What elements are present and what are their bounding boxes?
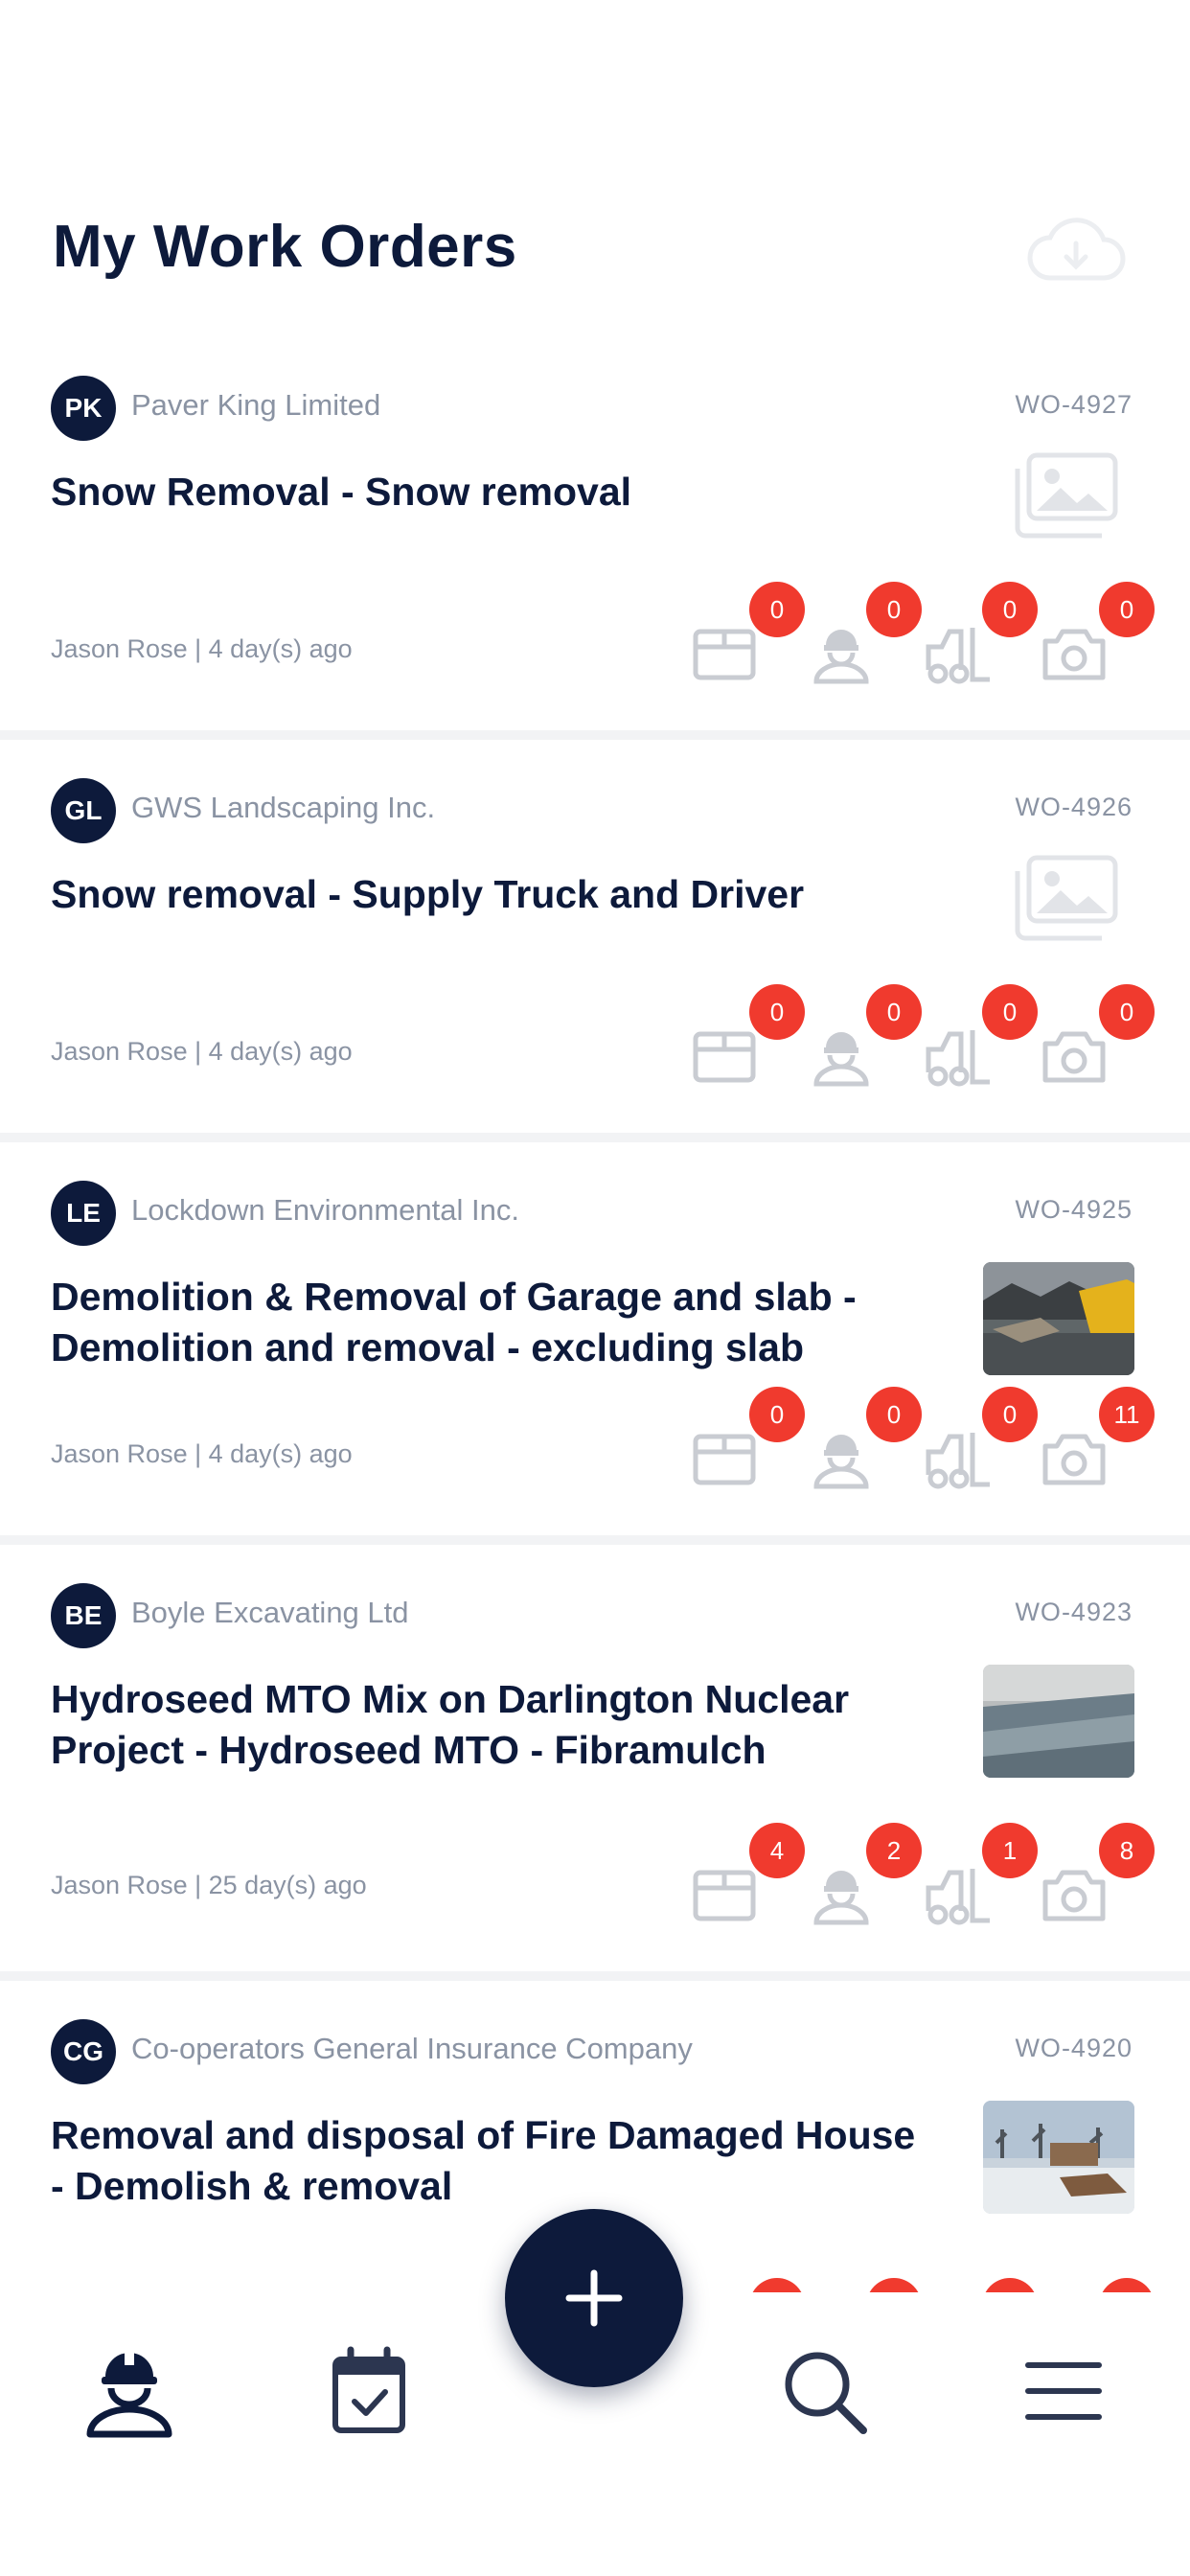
plus-icon bbox=[565, 2269, 623, 2327]
worker-icon bbox=[813, 1871, 869, 1925]
labour-count-badge: 0 bbox=[866, 582, 922, 637]
avatar: LE bbox=[51, 1181, 116, 1246]
equipment-count-badge: 0 bbox=[982, 582, 1038, 637]
work-order-meta: Jason Rose | 4 day(s) ago bbox=[51, 1439, 353, 1468]
work-order-number: WO-4926 bbox=[1015, 793, 1133, 821]
equipment-count-badge: 0 bbox=[982, 1387, 1038, 1442]
add-work-order-button[interactable] bbox=[505, 2209, 683, 2387]
page-title: My Work Orders bbox=[53, 214, 517, 280]
work-order-photo[interactable] bbox=[983, 1262, 1134, 1375]
header: My Work Orders bbox=[0, 0, 1190, 335]
work-order-number: WO-4925 bbox=[1015, 1195, 1133, 1224]
hamburger-menu-icon[interactable] bbox=[1011, 2338, 1116, 2444]
search-icon[interactable] bbox=[771, 2338, 877, 2444]
photos-count-badge: 0 bbox=[1099, 984, 1155, 1040]
calendar-check-icon[interactable] bbox=[316, 2338, 422, 2444]
forklift-icon bbox=[926, 628, 990, 684]
box-icon bbox=[693, 1031, 756, 1083]
work-order-meta: Jason Rose | 4 day(s) ago bbox=[51, 1037, 353, 1066]
labour-count-badge: 2 bbox=[866, 1823, 922, 1878]
work-order-counters: 0 0 0 11 bbox=[690, 1387, 1155, 1492]
work-order-number: WO-4927 bbox=[1015, 390, 1133, 419]
photos-count-badge: 11 bbox=[1099, 1387, 1155, 1442]
camera-icon bbox=[1042, 1031, 1106, 1083]
work-order-meta: Jason Rose | 4 day(s) ago bbox=[51, 634, 353, 663]
photos-count-badge: 10 bbox=[1099, 2278, 1155, 2292]
company-name: Paver King Limited bbox=[131, 388, 381, 422]
forklift-icon bbox=[926, 1030, 990, 1087]
forklift-icon bbox=[926, 1433, 990, 1489]
materials-count-badge: 0 bbox=[749, 1387, 805, 1442]
worker-icon[interactable] bbox=[77, 2338, 182, 2444]
equipment-count-badge: 1 bbox=[982, 1823, 1038, 1878]
worker-icon bbox=[813, 630, 869, 684]
work-order-card[interactable]: GL GWS Landscaping Inc. WO-4926 Snow rem… bbox=[0, 740, 1190, 1133]
work-order-counters: 0 0 0 0 bbox=[690, 984, 1155, 1090]
image-gallery-icon bbox=[1015, 855, 1118, 941]
work-order-title: Snow removal - Supply Truck and Driver bbox=[51, 872, 805, 916]
company-name: Lockdown Environmental Inc. bbox=[131, 1193, 519, 1227]
forklift-icon bbox=[926, 1869, 990, 1925]
company-name: Boyle Excavating Ltd bbox=[131, 1596, 409, 1629]
avatar: BE bbox=[51, 1583, 116, 1648]
avatar: PK bbox=[51, 376, 116, 441]
box-icon bbox=[693, 1434, 756, 1485]
work-order-counters: 0 0 0 0 bbox=[690, 582, 1155, 687]
box-icon bbox=[693, 629, 756, 680]
work-order-card[interactable]: BE Boyle Excavating Ltd WO-4923 Hydrosee… bbox=[0, 1545, 1190, 1971]
box-icon bbox=[693, 1870, 756, 1921]
camera-icon bbox=[1042, 1434, 1106, 1485]
equipment-count-badge: 0 bbox=[982, 984, 1038, 1040]
image-gallery-icon bbox=[1015, 452, 1118, 539]
work-order-counters: 0 3 2 10 bbox=[690, 2278, 1155, 2292]
avatar: GL bbox=[51, 778, 116, 843]
work-order-number: WO-4923 bbox=[1015, 1598, 1133, 1626]
worker-icon bbox=[813, 1435, 869, 1489]
work-order-title: Hydroseed MTO Mix on Darlington Nuclear … bbox=[51, 1677, 850, 1772]
company-name: GWS Landscaping Inc. bbox=[131, 791, 436, 824]
equipment-count-badge: 2 bbox=[982, 2278, 1038, 2292]
work-order-list[interactable]: PK Paver King Limited WO-4927 Snow Remov… bbox=[0, 337, 1190, 2292]
work-order-title: Demolition & Removal of Garage and slab … bbox=[51, 1275, 857, 1369]
materials-count-badge: 4 bbox=[749, 1823, 805, 1878]
photos-count-badge: 8 bbox=[1099, 1823, 1155, 1878]
work-order-photo[interactable] bbox=[983, 2101, 1134, 2214]
labour-count-badge: 3 bbox=[866, 2278, 922, 2292]
materials-count-badge: 0 bbox=[749, 984, 805, 1040]
cloud-download-icon[interactable] bbox=[1023, 209, 1129, 295]
camera-icon bbox=[1042, 1870, 1106, 1921]
labour-count-badge: 0 bbox=[866, 1387, 922, 1442]
work-order-meta: Jason Rose | 25 day(s) ago bbox=[51, 1871, 367, 1899]
work-order-card[interactable]: LE Lockdown Environmental Inc. WO-4925 D… bbox=[0, 1142, 1190, 1535]
materials-count-badge: 0 bbox=[749, 2278, 805, 2292]
worker-icon bbox=[813, 1032, 869, 1087]
avatar: CG bbox=[51, 2019, 116, 2084]
photos-count-badge: 0 bbox=[1099, 582, 1155, 637]
company-name: Co-operators General Insurance Company bbox=[131, 2032, 693, 2065]
materials-count-badge: 0 bbox=[749, 582, 805, 637]
work-order-title: Snow Removal - Snow removal bbox=[51, 470, 632, 514]
camera-icon bbox=[1042, 629, 1106, 680]
work-order-number: WO-4920 bbox=[1015, 2034, 1133, 2062]
work-order-counters: 4 2 1 8 bbox=[690, 1823, 1155, 1928]
work-order-photo[interactable] bbox=[983, 1665, 1134, 1778]
labour-count-badge: 0 bbox=[866, 984, 922, 1040]
work-order-title: Removal and disposal of Fire Damaged Hou… bbox=[51, 2113, 916, 2208]
work-order-card[interactable]: PK Paver King Limited WO-4927 Snow Remov… bbox=[0, 337, 1190, 730]
